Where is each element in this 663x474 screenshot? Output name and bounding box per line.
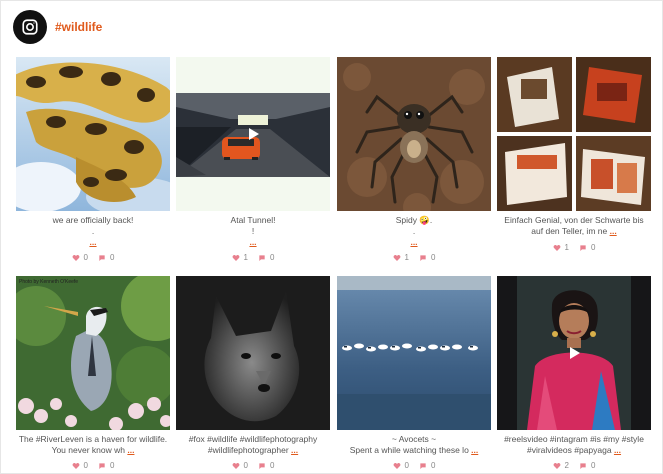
comment-icon — [99, 462, 105, 469]
read-more-link[interactable]: ... — [333, 237, 495, 248]
post-caption: ~ Avocets ~ Spent a while watching these… — [349, 434, 479, 455]
photo-credit: Photo by Kenneth O'Keefe — [19, 279, 79, 285]
comment-count: 0 — [270, 461, 275, 470]
read-more-link[interactable]: ... — [127, 445, 134, 455]
post-stats: 2 0 — [497, 461, 651, 470]
post-caption: #fox #wildlife #wildlifephotography #wil… — [188, 434, 318, 455]
post-caption: #reelsvideo #intagram #is #my #style #vi… — [504, 434, 644, 455]
heart-icon — [553, 244, 560, 251]
post-stats: 0 0 — [16, 461, 170, 470]
comment-icon — [580, 462, 586, 469]
post-thumbnail[interactable] — [337, 276, 491, 430]
like-count: 0 — [243, 461, 248, 470]
heart-icon — [553, 462, 560, 469]
post-caption: we are officially back! . ... — [12, 215, 174, 248]
post-caption: Atal Tunnel! ! ... — [172, 215, 334, 248]
instagram-icon[interactable] — [13, 10, 47, 44]
comment-count: 0 — [431, 461, 436, 470]
comment-count: 0 — [591, 243, 596, 252]
heart-icon — [72, 254, 79, 261]
post-thumbnail[interactable] — [337, 57, 491, 211]
post-thumbnail[interactable]: Photo by Kenneth O'Keefe — [16, 276, 170, 430]
like-count: 0 — [83, 461, 88, 470]
like-count: 1 — [404, 253, 409, 262]
comment-icon — [99, 254, 105, 261]
comment-icon — [420, 462, 426, 469]
hashtag-title[interactable]: #wildlife — [55, 20, 102, 34]
post-stats: 0 0 — [337, 461, 491, 470]
post-stats: 1 0 — [337, 253, 491, 262]
like-count: 1 — [564, 243, 569, 252]
post-caption: The #RiverLeven is a haven for wildlife.… — [18, 434, 168, 455]
read-more-link[interactable]: ... — [610, 226, 617, 236]
heart-icon — [232, 254, 239, 261]
comment-count: 0 — [110, 461, 115, 470]
post-stats: 0 0 — [16, 253, 170, 262]
read-more-link[interactable]: ... — [291, 445, 298, 455]
read-more-link[interactable]: ... — [471, 445, 478, 455]
post-caption: Spidy 🤪. . ... — [333, 215, 495, 248]
like-count: 2 — [564, 461, 569, 470]
play-icon[interactable] — [566, 345, 582, 361]
post-stats: 0 0 — [176, 461, 330, 470]
play-icon[interactable] — [245, 126, 261, 142]
post-caption: Einfach Genial, von der Schwarte bis auf… — [504, 215, 644, 236]
comment-icon — [259, 254, 265, 261]
like-count: 0 — [404, 461, 409, 470]
heart-icon — [393, 254, 400, 261]
feed-header: #wildlife — [13, 10, 102, 44]
post-thumbnail[interactable] — [497, 57, 651, 211]
comment-icon — [259, 462, 265, 469]
post-thumbnail[interactable] — [176, 276, 330, 430]
comment-icon — [420, 254, 426, 261]
like-count: 1 — [243, 253, 248, 262]
post-thumbnail[interactable] — [497, 276, 651, 430]
heart-icon — [232, 462, 239, 469]
heart-icon — [393, 462, 400, 469]
read-more-link[interactable]: ... — [12, 237, 174, 248]
like-count: 0 — [83, 253, 88, 262]
post-thumbnail[interactable] — [16, 57, 170, 211]
read-more-link[interactable]: ... — [172, 237, 334, 248]
comment-count: 0 — [431, 253, 436, 262]
post-stats: 1 0 — [497, 243, 651, 252]
comment-count: 0 — [110, 253, 115, 262]
comment-count: 0 — [270, 253, 275, 262]
read-more-link[interactable]: ... — [614, 445, 621, 455]
comment-icon — [580, 244, 586, 251]
post-stats: 1 0 — [176, 253, 330, 262]
comment-count: 0 — [591, 461, 596, 470]
heart-icon — [72, 462, 79, 469]
feed-widget: #wildlife we are officially back! . ... … — [0, 0, 663, 474]
post-thumbnail[interactable] — [176, 57, 330, 211]
